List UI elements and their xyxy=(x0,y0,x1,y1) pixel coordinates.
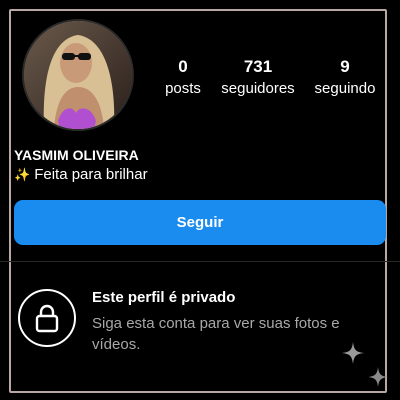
bio-text: Feita para brilhar xyxy=(34,166,148,183)
following-label: seguindo xyxy=(314,80,376,97)
private-profile-description: Siga esta conta para ver suas fotos e ví… xyxy=(92,315,340,353)
followers-count: 731 xyxy=(243,57,273,76)
avatar-photo xyxy=(24,21,132,129)
sparkle-icon xyxy=(342,342,364,364)
stat-followers[interactable]: 731 seguidores xyxy=(213,58,303,100)
posts-label: posts xyxy=(165,80,201,97)
divider xyxy=(0,261,400,262)
following-count: 9 xyxy=(340,57,350,76)
private-profile-title: Este perfil é privado xyxy=(92,289,236,306)
follow-button[interactable]: Seguir xyxy=(14,200,386,245)
posts-count: 0 xyxy=(178,57,188,76)
avatar[interactable] xyxy=(22,19,134,131)
stat-posts: 0 posts xyxy=(158,58,208,100)
stat-following[interactable]: 9 seguindo xyxy=(309,58,381,100)
sparkle-icon xyxy=(368,367,388,387)
lock-icon xyxy=(18,289,76,347)
profile-bio: ✨ Feita para brilhar xyxy=(14,166,148,183)
followers-label: seguidores xyxy=(221,80,295,97)
sparkle-emoji-icon: ✨ xyxy=(14,167,31,182)
profile-name: YASMIM OLIVEIRA xyxy=(14,147,139,163)
